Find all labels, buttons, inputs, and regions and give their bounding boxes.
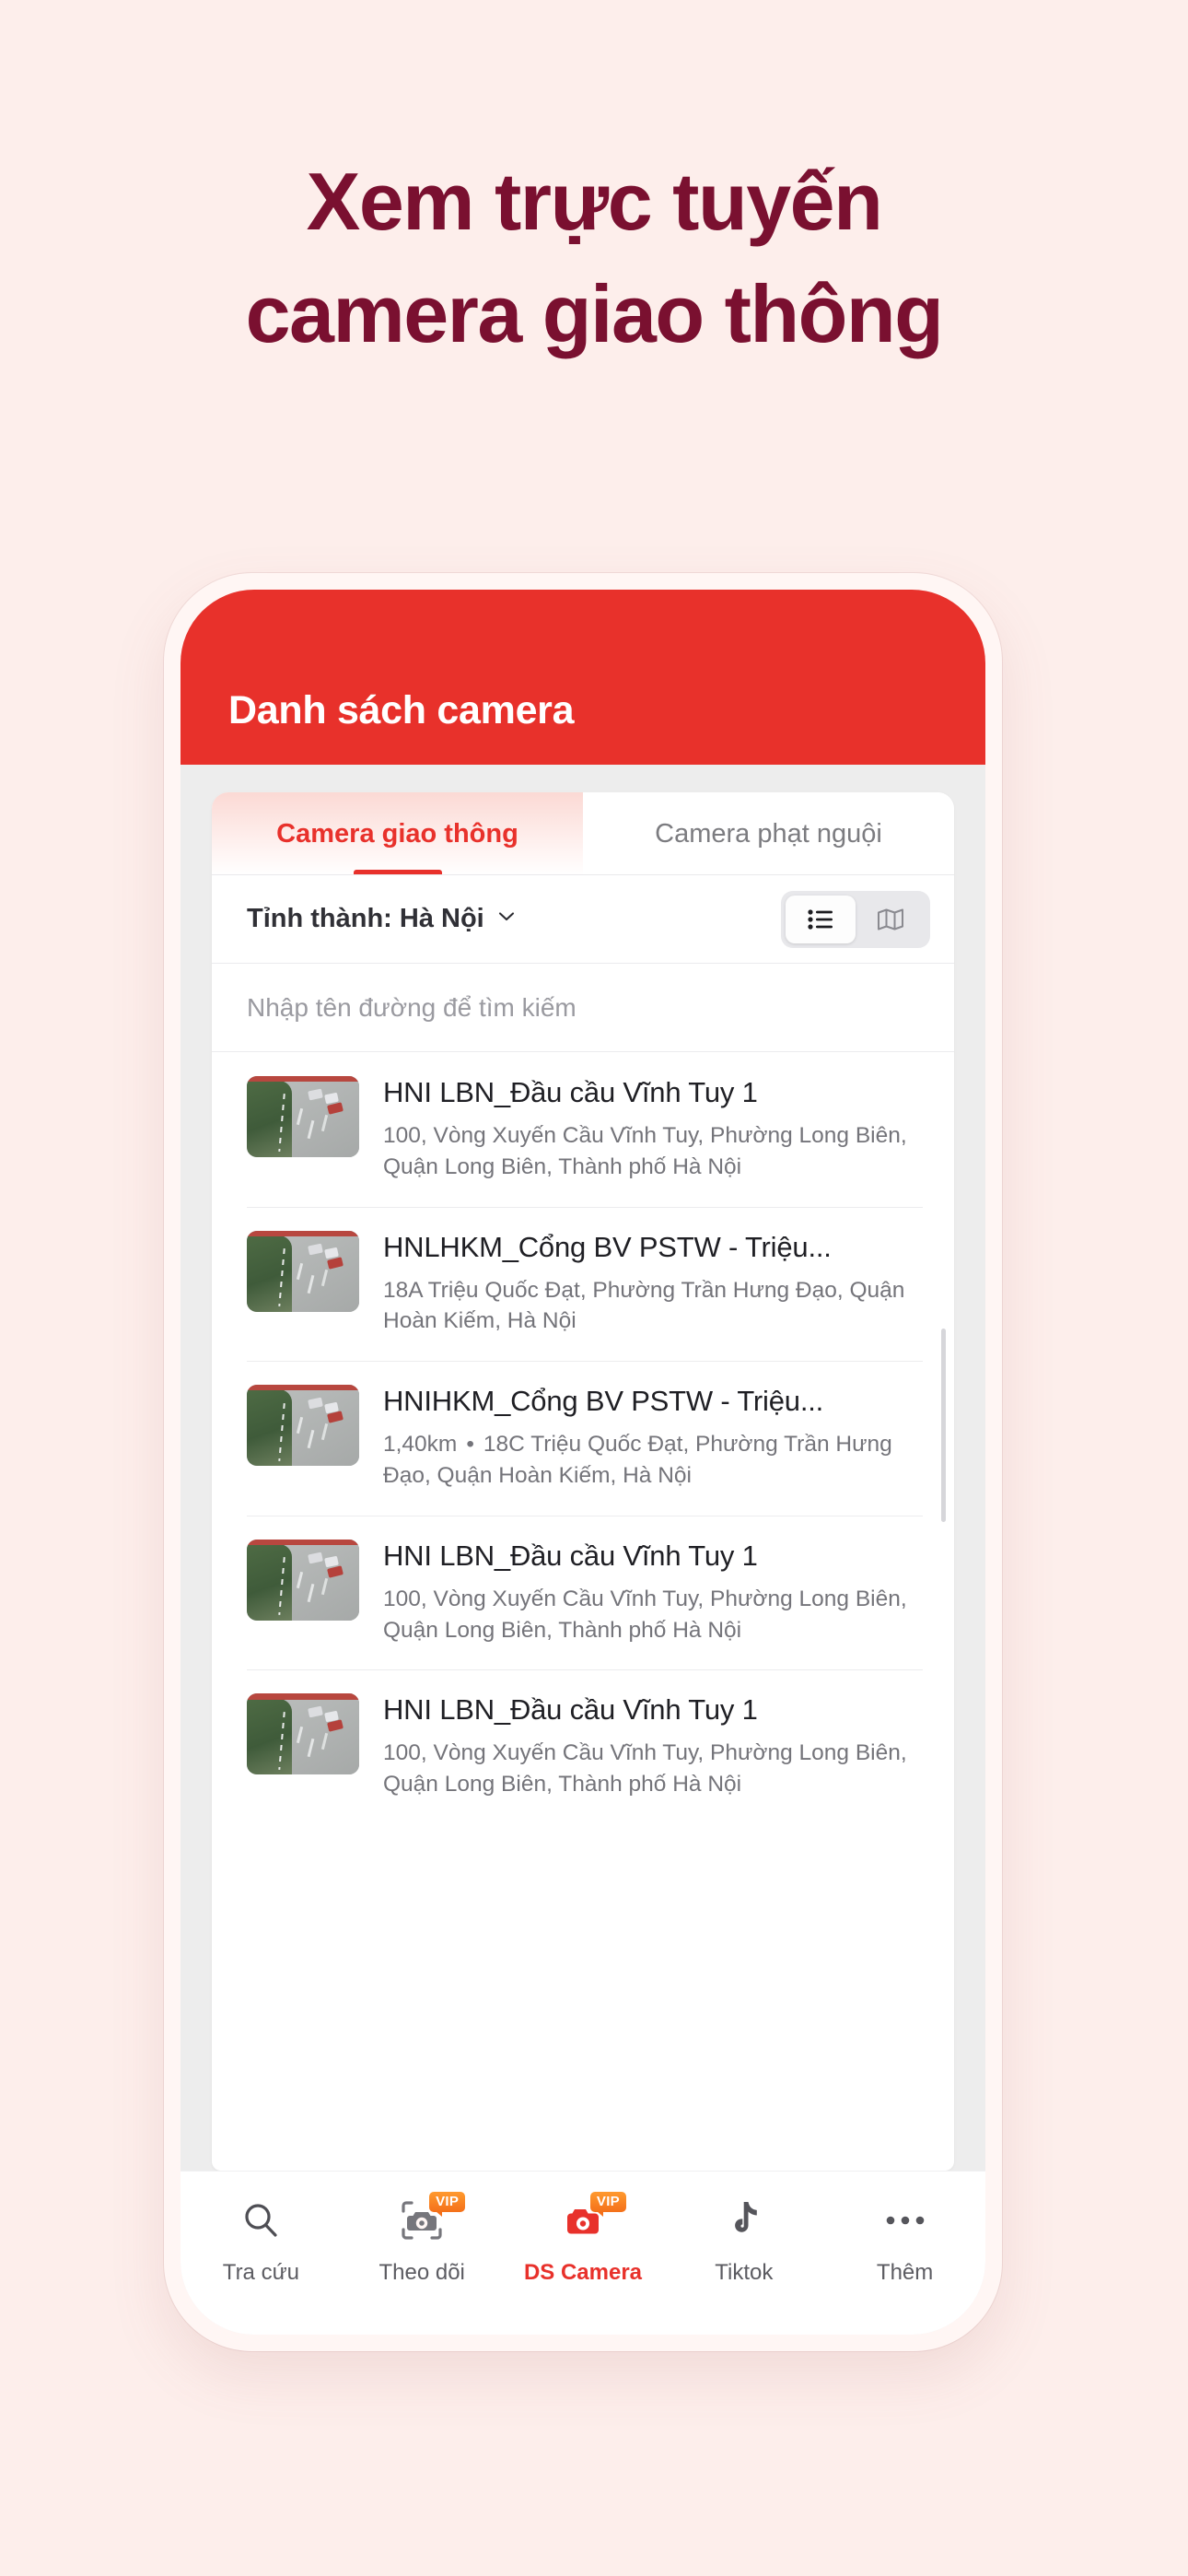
list-item[interactable]: HNI LBN_Đầu cầu Vĩnh Tuy 1 100, Vòng Xuy… — [212, 1515, 954, 1670]
list-item[interactable]: HNI LBN_Đầu cầu Vĩnh Tuy 1 100, Vòng Xuy… — [212, 1669, 954, 1824]
camera-thumbnail — [247, 1230, 359, 1312]
nav-label: DS Camera — [523, 2260, 643, 2285]
tiktok-icon — [716, 2195, 773, 2245]
vip-badge: VIP — [429, 2192, 466, 2217]
nav-item-tiktok[interactable]: Tiktok — [663, 2195, 824, 2286]
camera-address: 100, Vòng Xuyến Cầu Vĩnh Tuy, Phường Lon… — [383, 1586, 907, 1643]
search-bar — [212, 964, 954, 1052]
scrollbar[interactable] — [941, 1329, 946, 1522]
headline-line-1: Xem trực tuyến — [306, 156, 883, 247]
list-item-text: HNI LBN_Đầu cầu Vĩnh Tuy 1 100, Vòng Xuy… — [383, 1540, 923, 1646]
search-icon — [232, 2195, 289, 2245]
tab-label: Camera phạt nguội — [655, 818, 882, 849]
view-toggle-group — [781, 890, 930, 948]
camera-name: HNI LBN_Đầu cầu Vĩnh Tuy 1 — [383, 1539, 758, 1572]
list-item-text: HNIHKM_Cổng BV PSTW - Triệu... 1,40km • 18… — [383, 1385, 923, 1492]
nav-item-theo-doi[interactable]: VIP Theo dõi — [342, 2192, 503, 2286]
camera-address: 1,40km • 18C Triệu Quốc Đạt, Phường Trần H… — [383, 1429, 923, 1492]
nav-label: Theo dõi — [379, 2260, 465, 2285]
phone-mockup: Danh sách camera Camera giao thông Camer… — [164, 573, 1002, 2351]
nav-label: Thêm — [876, 2260, 934, 2285]
content-card: Camera giao thông Camera phạt nguội Tỉnh… — [212, 792, 954, 2171]
tab-camera-giao-thong[interactable]: Camera giao thông — [212, 792, 583, 875]
list-item-text: HNLHKM_Cổng BV PSTW - Triệu... 18A Triệu… — [383, 1231, 923, 1338]
nav-item-ds-camera[interactable]: VIP DS Camera — [503, 2192, 664, 2286]
camera-distance: 1,40km — [383, 1432, 458, 1458]
list-view-icon[interactable] — [786, 895, 856, 943]
headline-line-2: camera giao thông — [245, 268, 944, 359]
app-header: Danh sách camera — [181, 590, 985, 765]
tab-label: Camera giao thông — [276, 818, 518, 849]
camera-thumbnail — [247, 1385, 359, 1467]
camera-scan-icon: VIP — [393, 2192, 466, 2245]
nav-label: Tiktok — [715, 2260, 774, 2285]
camera-thumbnail — [247, 1076, 359, 1157]
promo-headline: Xem trực tuyến camera giao thông — [0, 161, 1188, 355]
list-item[interactable]: HNIHKM_Cổng BV PSTW - Triệu... 1,40km • 18… — [212, 1361, 954, 1516]
camera-name: HNI LBN_Đầu cầu Vĩnh Tuy 1 — [383, 1076, 758, 1108]
province-label: Tỉnh thành: Hà Nội — [247, 904, 484, 933]
list-item-text: HNI LBN_Đầu cầu Vĩnh Tuy 1 100, Vòng Xuy… — [383, 1076, 923, 1183]
camera-name: HNI LBN_Đầu cầu Vĩnh Tuy 1 — [383, 1693, 758, 1727]
separator-dot: • — [466, 1432, 474, 1458]
list-item[interactable]: HNI LBN_Đầu cầu Vĩnh Tuy 1 100, Vòng Xuy… — [212, 1052, 954, 1207]
nav-item-them[interactable]: Thêm — [824, 2195, 985, 2286]
tab-camera-phat-nguoi[interactable]: Camera phạt nguội — [583, 792, 954, 875]
camera-address: 18A Triệu Quốc Đạt, Phường Trần Hưng Đạo… — [383, 1277, 905, 1334]
camera-thumbnail — [247, 1693, 359, 1775]
camera-address: 100, Vòng Xuyến Cầu Vĩnh Tuy, Phường Lon… — [383, 1740, 907, 1797]
camera-name: HNLHKM_Cổng BV PSTW - Triệu... — [383, 1230, 832, 1263]
page-title: Danh sách camera — [228, 688, 575, 732]
vip-badge: VIP — [589, 2192, 626, 2217]
search-input[interactable] — [247, 992, 919, 1023]
map-view-icon[interactable] — [856, 896, 926, 943]
camera-address: 100, Vòng Xuyến Cầu Vĩnh Tuy, Phường Lon… — [383, 1123, 907, 1179]
province-selector[interactable]: Tỉnh thành: Hà Nội — [247, 904, 516, 934]
promo-screenshot: Xem trực tuyến camera giao thông Danh sá… — [0, 0, 1188, 2576]
more-dots-icon — [877, 2195, 934, 2245]
camera-thumbnail — [247, 1539, 359, 1621]
list-item-text: HNI LBN_Đầu cầu Vĩnh Tuy 1 100, Vòng Xuy… — [383, 1693, 923, 1800]
bottom-navigation: Tra cứu VIP Theo dõi VIP DS Camera Tikto… — [181, 2171, 985, 2335]
chevron-down-icon — [497, 907, 516, 926]
camera-address-text: 18C Triệu Quốc Đạt, Phường Trần Hưng Đạo… — [383, 1432, 892, 1488]
list-item[interactable]: HNLHKM_Cổng BV PSTW - Triệu... 18A Triệu… — [212, 1206, 954, 1362]
camera-icon: VIP — [554, 2192, 626, 2245]
nav-label: Tra cứu — [222, 2260, 299, 2285]
nav-item-tra-cuu[interactable]: Tra cứu — [181, 2195, 342, 2286]
camera-name: HNIHKM_Cổng BV PSTW - Triệu... — [383, 1385, 824, 1418]
tab-bar: Camera giao thông Camera phạt nguội — [212, 792, 954, 875]
camera-list[interactable]: HNI LBN_Đầu cầu Vĩnh Tuy 1 100, Vòng Xuy… — [212, 1052, 954, 2171]
phone-screen: Danh sách camera Camera giao thông Camer… — [181, 590, 985, 2335]
filter-row: Tỉnh thành: Hà Nội — [212, 875, 954, 964]
